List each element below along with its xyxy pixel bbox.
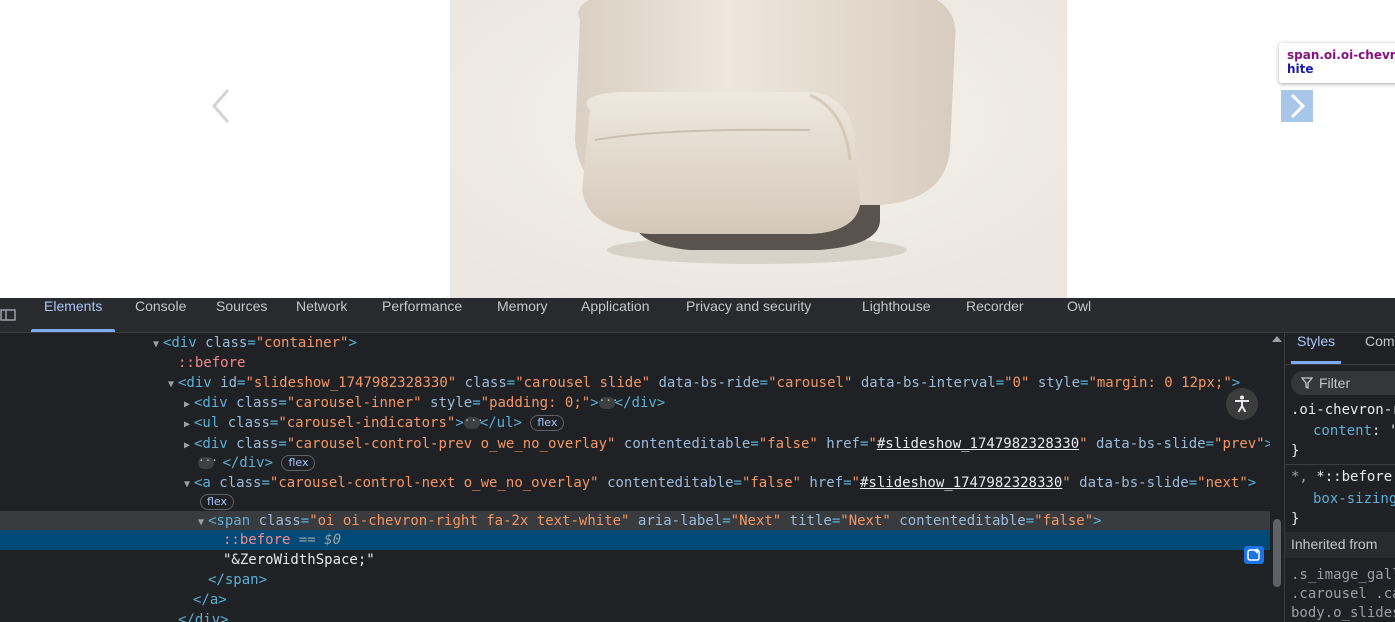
dom-node-carousel-inner[interactable]: ▶ <div class="carousel-inner" style="padd… bbox=[0, 393, 1270, 413]
filter-placeholder: Filter bbox=[1319, 375, 1351, 391]
style-property-content[interactable]: content: ' bbox=[1313, 423, 1395, 443]
style-rule-close-2: } bbox=[1291, 511, 1300, 527]
ai-assist-button[interactable] bbox=[1244, 546, 1264, 564]
tab-memory[interactable]: Memory bbox=[497, 298, 548, 332]
device-toolbar-icon[interactable] bbox=[0, 308, 16, 322]
ellipsis-icon[interactable]: ··· bbox=[198, 455, 218, 469]
carousel-next-highlight[interactable] bbox=[1281, 90, 1313, 122]
dom-node-span-close[interactable]: </span> bbox=[0, 570, 1270, 590]
dom-node-div-close[interactable]: </div> bbox=[0, 610, 1270, 622]
dom-node-selected-before[interactable]: ::before == $0 bbox=[0, 530, 1270, 550]
ai-assist-icon bbox=[1247, 548, 1260, 561]
dom-node-pseudo-before[interactable]: ::before bbox=[0, 353, 1270, 373]
accessibility-icon bbox=[1235, 395, 1249, 413]
ellipsis-icon[interactable]: ··· bbox=[598, 395, 619, 409]
chevron-left-icon[interactable] bbox=[206, 86, 236, 126]
dom-node-carousel-control-prev[interactable]: ▶ <div class="carousel-control-prev o_we_… bbox=[0, 434, 1270, 454]
flex-badge[interactable]: flex bbox=[200, 494, 235, 510]
href-link[interactable]: #slideshow_1747982328330 bbox=[877, 436, 1079, 452]
collapse-triangle-icon[interactable]: ▶ bbox=[184, 395, 194, 415]
styles-divider bbox=[1285, 464, 1395, 465]
style-rule-close: } bbox=[1291, 443, 1300, 459]
element-inspect-tooltip: span.oi.oi-chevron hite bbox=[1279, 43, 1395, 83]
dom-node-container[interactable]: ▼ <div class="container"> bbox=[0, 333, 1270, 353]
style-rule-selector-universal[interactable]: *, *::before, bbox=[1291, 469, 1395, 489]
tab-sources[interactable]: Sources bbox=[216, 298, 267, 332]
selected-marker: == $0 bbox=[298, 532, 342, 548]
dom-node-slideshow[interactable]: ▼ <div id="slideshow_1747982328330" class… bbox=[0, 373, 1270, 393]
inherited-selector-2[interactable]: .carousel .ca bbox=[1291, 586, 1395, 606]
dom-node-carousel-control-next[interactable]: ▼ <a class="carousel-control-next o_we_no… bbox=[0, 473, 1270, 493]
dom-tree: ▼ <div class="container"> ::before ▼ <div … bbox=[0, 333, 1270, 622]
dom-node-next-badge: flex bbox=[0, 492, 1270, 512]
collapse-triangle-icon[interactable]: ▶ bbox=[184, 415, 194, 435]
expand-triangle-icon[interactable]: ▼ bbox=[153, 335, 163, 355]
dom-node-chevron-span[interactable]: ▼ <span class="oi oi-chevron-right fa-2x … bbox=[0, 511, 1270, 531]
styles-filter-input[interactable]: Filter bbox=[1291, 371, 1395, 395]
dom-tree-scrollbar[interactable] bbox=[1270, 333, 1284, 622]
tab-computed[interactable]: Com bbox=[1365, 333, 1395, 364]
href-link[interactable]: #slideshow_1747982328330 bbox=[860, 475, 1062, 491]
ellipsis-icon[interactable]: ··· bbox=[463, 415, 484, 429]
scroll-up-arrow-icon[interactable] bbox=[1272, 336, 1282, 342]
flex-badge[interactable]: flex bbox=[530, 415, 565, 431]
dom-node-text[interactable]: "&ZeroWidthSpace;" bbox=[0, 550, 1270, 570]
tab-recorder[interactable]: Recorder bbox=[966, 298, 1024, 332]
armchair-image bbox=[450, 0, 1067, 298]
tab-performance[interactable]: Performance bbox=[382, 298, 462, 332]
devtools-panel: Elements Console Sources Network Perform… bbox=[0, 298, 1395, 622]
tab-owl[interactable]: Owl bbox=[1067, 298, 1091, 332]
accessibility-tree-button[interactable] bbox=[1226, 388, 1258, 420]
tab-console[interactable]: Console bbox=[135, 298, 186, 332]
tab-lighthouse[interactable]: Lighthouse bbox=[862, 298, 931, 332]
tooltip-line-1: span.oi.oi-chevron bbox=[1287, 48, 1395, 62]
inherited-from-header: Inherited from bbox=[1285, 532, 1395, 558]
dom-node-carousel-indicators[interactable]: ▶ <ul class="carousel-indicators">···</ul… bbox=[0, 413, 1270, 433]
filter-icon bbox=[1301, 377, 1313, 389]
tab-styles[interactable]: Styles bbox=[1290, 333, 1342, 364]
expand-triangle-icon[interactable]: ▼ bbox=[168, 375, 178, 395]
scrollbar-thumb[interactable] bbox=[1273, 519, 1281, 587]
tab-elements[interactable]: Elements bbox=[30, 298, 116, 332]
tab-network[interactable]: Network bbox=[296, 298, 347, 332]
tab-application[interactable]: Application bbox=[581, 298, 650, 332]
dom-node-prev-close[interactable]: ··· </div> flex bbox=[0, 453, 1270, 473]
styles-sidebar: Styles Com Filter .oi-chevron-r content:… bbox=[1284, 333, 1395, 622]
chevron-right-icon[interactable] bbox=[1287, 93, 1307, 119]
tab-privacy-and-security[interactable]: Privacy and security bbox=[686, 298, 811, 332]
page-viewport: span.oi.oi-chevron hite bbox=[0, 0, 1395, 298]
inherited-selector-1[interactable]: .s_image_gall bbox=[1291, 567, 1395, 587]
tooltip-line-2: hite bbox=[1287, 62, 1314, 76]
style-property-box-sizing[interactable]: box-sizing bbox=[1313, 491, 1395, 511]
carousel-slide-image bbox=[450, 0, 1067, 298]
dom-node-a-close[interactable]: </a> bbox=[0, 590, 1270, 610]
flex-badge[interactable]: flex bbox=[281, 455, 316, 471]
inherited-selector-3[interactable]: body.o_slides bbox=[1291, 605, 1395, 622]
style-rule-selector[interactable]: .oi-chevron-r bbox=[1291, 402, 1395, 422]
devtools-tab-bar: Elements Console Sources Network Perform… bbox=[0, 298, 1395, 333]
styles-tab-bar: Styles Com bbox=[1285, 333, 1395, 365]
